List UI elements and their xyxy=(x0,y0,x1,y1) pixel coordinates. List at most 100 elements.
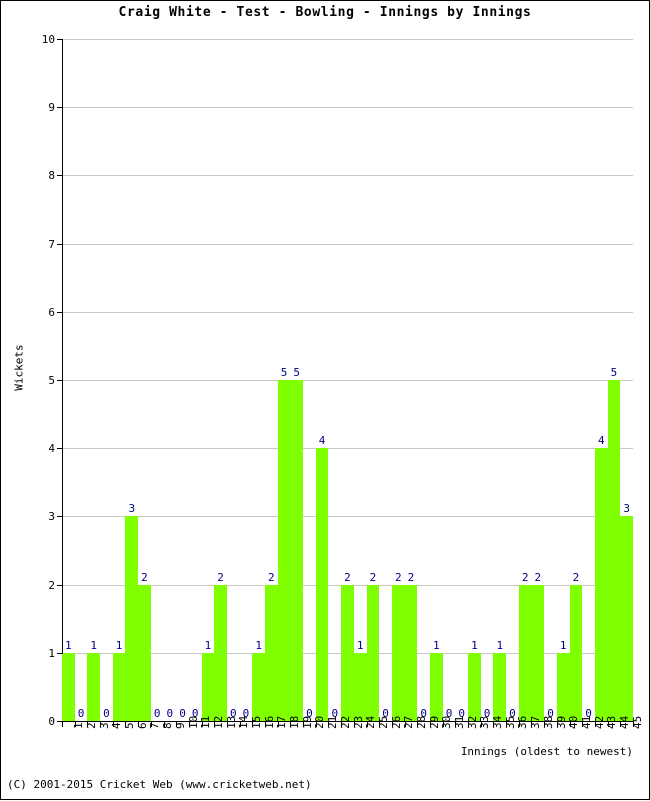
bar-column[interactable]: 0 xyxy=(328,39,341,721)
bar[interactable] xyxy=(277,380,291,721)
bar-column[interactable]: 0 xyxy=(544,39,557,721)
bar-value-label: 2 xyxy=(268,570,275,584)
bar[interactable] xyxy=(290,380,304,721)
bar-column[interactable]: 0 xyxy=(455,39,468,721)
bar-column[interactable]: 0 xyxy=(240,39,253,721)
bar[interactable] xyxy=(531,584,545,721)
bar-value-label: 0 xyxy=(166,707,174,720)
y-tick-label: 4 xyxy=(48,442,55,456)
bar-column[interactable]: 2 xyxy=(404,39,418,721)
bar-value-label: 1 xyxy=(204,638,212,652)
bar[interactable] xyxy=(138,584,151,721)
bar[interactable] xyxy=(366,584,380,721)
bar[interactable] xyxy=(62,652,75,721)
x-tick-mark xyxy=(100,722,102,727)
bar[interactable] xyxy=(252,652,266,721)
bar-column[interactable]: 0 xyxy=(75,39,88,721)
bar-column[interactable]: 0 xyxy=(176,39,189,721)
bar-column[interactable]: 5 xyxy=(290,39,304,721)
bar-value-label: 0 xyxy=(153,707,161,720)
bar-column[interactable]: 2 xyxy=(569,39,583,721)
x-tick-mark xyxy=(87,722,89,727)
bar-column[interactable]: 1 xyxy=(556,39,570,721)
bar[interactable] xyxy=(87,652,101,721)
bar[interactable] xyxy=(607,380,621,721)
x-tick-mark xyxy=(379,722,381,727)
bar[interactable] xyxy=(468,652,481,721)
x-tick-mark xyxy=(303,722,305,727)
bar-column[interactable]: 5 xyxy=(277,39,291,721)
bar-column[interactable]: 0 xyxy=(164,39,177,721)
bar[interactable] xyxy=(594,448,608,721)
page-title: Craig White - Test - Bowling - Innings b… xyxy=(118,5,532,20)
bar-column[interactable]: 3 xyxy=(125,39,139,721)
y-tick-label: 3 xyxy=(48,510,55,524)
bar-column[interactable]: 0 xyxy=(582,39,595,721)
bar-column[interactable]: 2 xyxy=(531,39,545,721)
bar-column[interactable]: 2 xyxy=(265,39,278,721)
bar[interactable] xyxy=(112,652,126,721)
bar-column[interactable]: 2 xyxy=(391,39,405,721)
bar[interactable] xyxy=(214,584,227,721)
bar-column[interactable]: 0 xyxy=(443,39,456,721)
bar-column[interactable]: 1 xyxy=(252,39,266,721)
bar-column[interactable]: 0 xyxy=(189,39,202,721)
bar-column[interactable]: 0 xyxy=(303,39,316,721)
bar-column[interactable]: 1 xyxy=(429,39,443,721)
x-tick-mark xyxy=(239,722,241,727)
x-tick-mark xyxy=(633,722,634,727)
bar-column[interactable]: 1 xyxy=(353,39,367,721)
bar-column[interactable]: 2 xyxy=(214,39,227,721)
bar-value-label: 3 xyxy=(623,502,630,516)
bar-value-label: 2 xyxy=(141,570,148,584)
x-tick-mark xyxy=(620,722,622,727)
bar-column[interactable]: 2 xyxy=(366,39,380,721)
bar-column[interactable]: 5 xyxy=(607,39,621,721)
bar[interactable] xyxy=(315,448,329,721)
bar-column[interactable]: 0 xyxy=(417,39,430,721)
x-tick-mark xyxy=(429,722,431,727)
bar-value-label: 1 xyxy=(433,638,440,652)
bar[interactable] xyxy=(341,584,354,721)
bar-value-label: 1 xyxy=(255,638,262,652)
bar-column[interactable]: 0 xyxy=(379,39,392,721)
bar[interactable] xyxy=(429,652,443,721)
bar-value-label: 1 xyxy=(65,638,72,652)
bar-column[interactable]: 1 xyxy=(493,39,507,721)
bar-column[interactable]: 2 xyxy=(518,39,532,721)
bar[interactable] xyxy=(391,584,405,721)
bar-column[interactable]: 0 xyxy=(227,39,240,721)
bar-column[interactable]: 1 xyxy=(468,39,481,721)
bar-value-label: 1 xyxy=(356,638,364,652)
x-tick-mark xyxy=(518,722,520,727)
bar-column[interactable]: 0 xyxy=(481,39,494,721)
bar[interactable] xyxy=(404,584,418,721)
bar-column[interactable]: 4 xyxy=(594,39,608,721)
bar[interactable] xyxy=(493,652,507,721)
bar[interactable] xyxy=(201,652,215,721)
bar-column[interactable]: 0 xyxy=(151,39,164,721)
bar-column[interactable]: 2 xyxy=(138,39,151,721)
bar-column[interactable]: 1 xyxy=(62,39,75,721)
y-tick-mark xyxy=(57,584,63,586)
bar-column[interactable]: 1 xyxy=(87,39,101,721)
bar-column[interactable]: 0 xyxy=(100,39,113,721)
bar[interactable] xyxy=(556,652,570,721)
x-tick-mark xyxy=(315,722,317,727)
bar-column[interactable]: 0 xyxy=(506,39,519,721)
bar-column[interactable]: 3 xyxy=(620,39,633,721)
bar-column[interactable]: 4 xyxy=(315,39,329,721)
bar[interactable] xyxy=(620,516,633,721)
bar-column[interactable]: 2 xyxy=(341,39,354,721)
bar[interactable] xyxy=(569,584,583,721)
bar[interactable] xyxy=(518,584,532,721)
chart-page: Craig White - Test - Bowling - Innings b… xyxy=(0,0,650,800)
bar-column[interactable]: 1 xyxy=(112,39,126,721)
bar[interactable] xyxy=(265,584,278,721)
bar[interactable] xyxy=(353,652,367,721)
x-tick-mark xyxy=(531,722,533,727)
bar[interactable] xyxy=(125,516,139,721)
bar-column[interactable]: 1 xyxy=(201,39,215,721)
x-tick-mark xyxy=(125,722,127,727)
x-tick-mark xyxy=(176,722,178,727)
